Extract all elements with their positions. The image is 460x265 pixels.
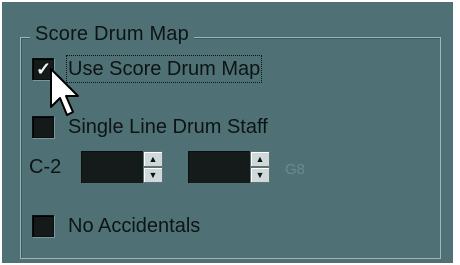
no-accidentals-label[interactable]: No Accidentals (68, 214, 200, 238)
arrow-down-icon[interactable]: ▼ (143, 167, 163, 183)
use-score-drum-map-label[interactable]: Use Score Drum Map (65, 55, 263, 83)
range-high-spinbox[interactable]: ▲ ▼ (188, 151, 270, 183)
range-low-spinbox[interactable]: ▲ ▼ (81, 151, 163, 183)
arrow-up-icon[interactable]: ▲ (143, 151, 163, 167)
settings-panel: Score Drum Map ✓ Use Score Drum Map Sing… (2, 2, 458, 263)
range-low-label: C-2 (29, 156, 62, 178)
single-line-drum-staff-label[interactable]: Single Line Drum Staff (68, 115, 268, 139)
single-line-drum-staff-option[interactable]: Single Line Drum Staff (32, 115, 268, 139)
single-line-drum-staff-checkbox[interactable] (32, 116, 54, 138)
range-high-field[interactable] (188, 151, 250, 183)
no-accidentals-option[interactable]: No Accidentals (32, 214, 200, 238)
range-low-spin-buttons: ▲ ▼ (143, 151, 163, 183)
range-high-label: G8 (285, 161, 306, 178)
group-title: Score Drum Map (30, 22, 194, 46)
range-high-spin-buttons: ▲ ▼ (250, 151, 270, 183)
no-accidentals-checkbox[interactable] (32, 215, 54, 237)
arrow-down-icon[interactable]: ▼ (250, 167, 270, 183)
range-low-field[interactable] (81, 151, 143, 183)
arrow-up-icon[interactable]: ▲ (250, 151, 270, 167)
